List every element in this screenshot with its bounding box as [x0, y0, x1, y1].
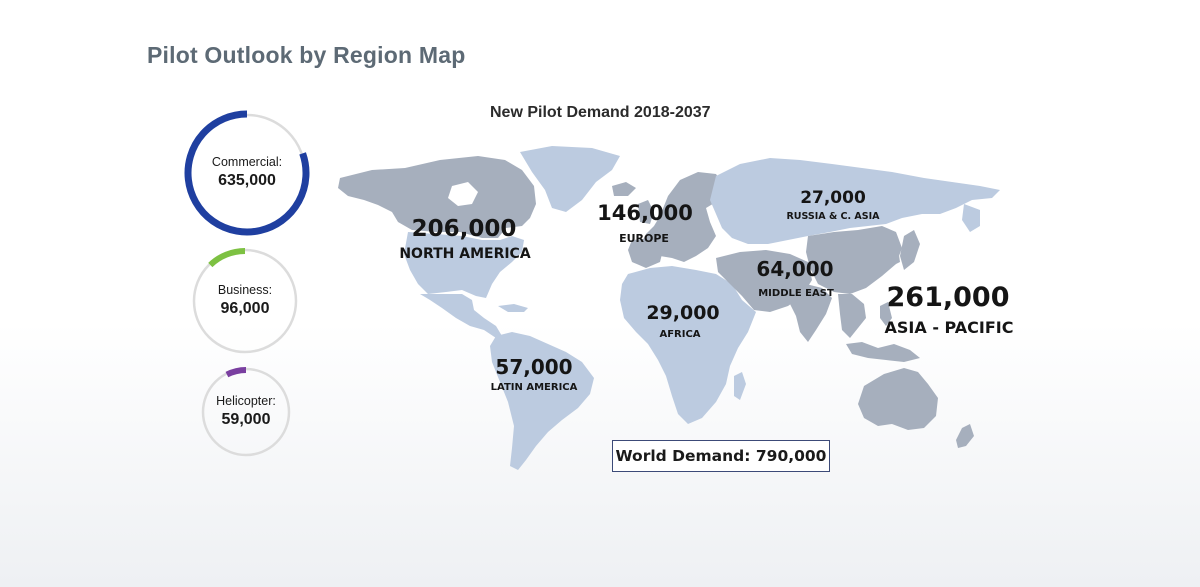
iceland-shape [612, 182, 636, 196]
north-america-label: NORTH AMERICA [399, 246, 531, 262]
japan-shape [900, 230, 920, 270]
africa-label: AFRICA [659, 329, 700, 340]
kamchatka-shape [962, 204, 980, 232]
asia-pacific-label: ASIA - PACIFIC [885, 318, 1014, 337]
north-america-value: 206,000 [412, 216, 517, 242]
southeast-asia-shape [838, 294, 866, 338]
world-demand-box: World Demand: 790,000 [612, 440, 830, 472]
africa-shape [620, 266, 756, 424]
europe-label: EUROPE [619, 232, 669, 245]
world-map: 206,000 NORTH AMERICA 57,000 LATIN AMERI… [338, 146, 1014, 470]
africa-value: 29,000 [646, 302, 719, 324]
russia-label: RUSSIA & C. ASIA [786, 211, 880, 222]
latin-america-label: LATIN AMERICA [491, 382, 578, 393]
russia-value: 27,000 [800, 188, 866, 208]
caribbean-shape [498, 304, 528, 312]
mexico-shape [420, 294, 502, 338]
middle-east-value: 64,000 [756, 257, 833, 281]
world-demand-text: World Demand: 790,000 [615, 447, 827, 465]
madagascar-shape [734, 372, 746, 400]
middle-east-label: MIDDLE EAST [758, 288, 834, 299]
australia-shape [858, 368, 938, 430]
indonesia-shape [846, 342, 920, 362]
europe-value: 146,000 [597, 201, 693, 225]
new-zealand-shape [956, 424, 974, 448]
asia-pacific-value: 261,000 [887, 282, 1010, 313]
south-america-shape [490, 332, 594, 470]
latin-america-value: 57,000 [495, 355, 572, 379]
